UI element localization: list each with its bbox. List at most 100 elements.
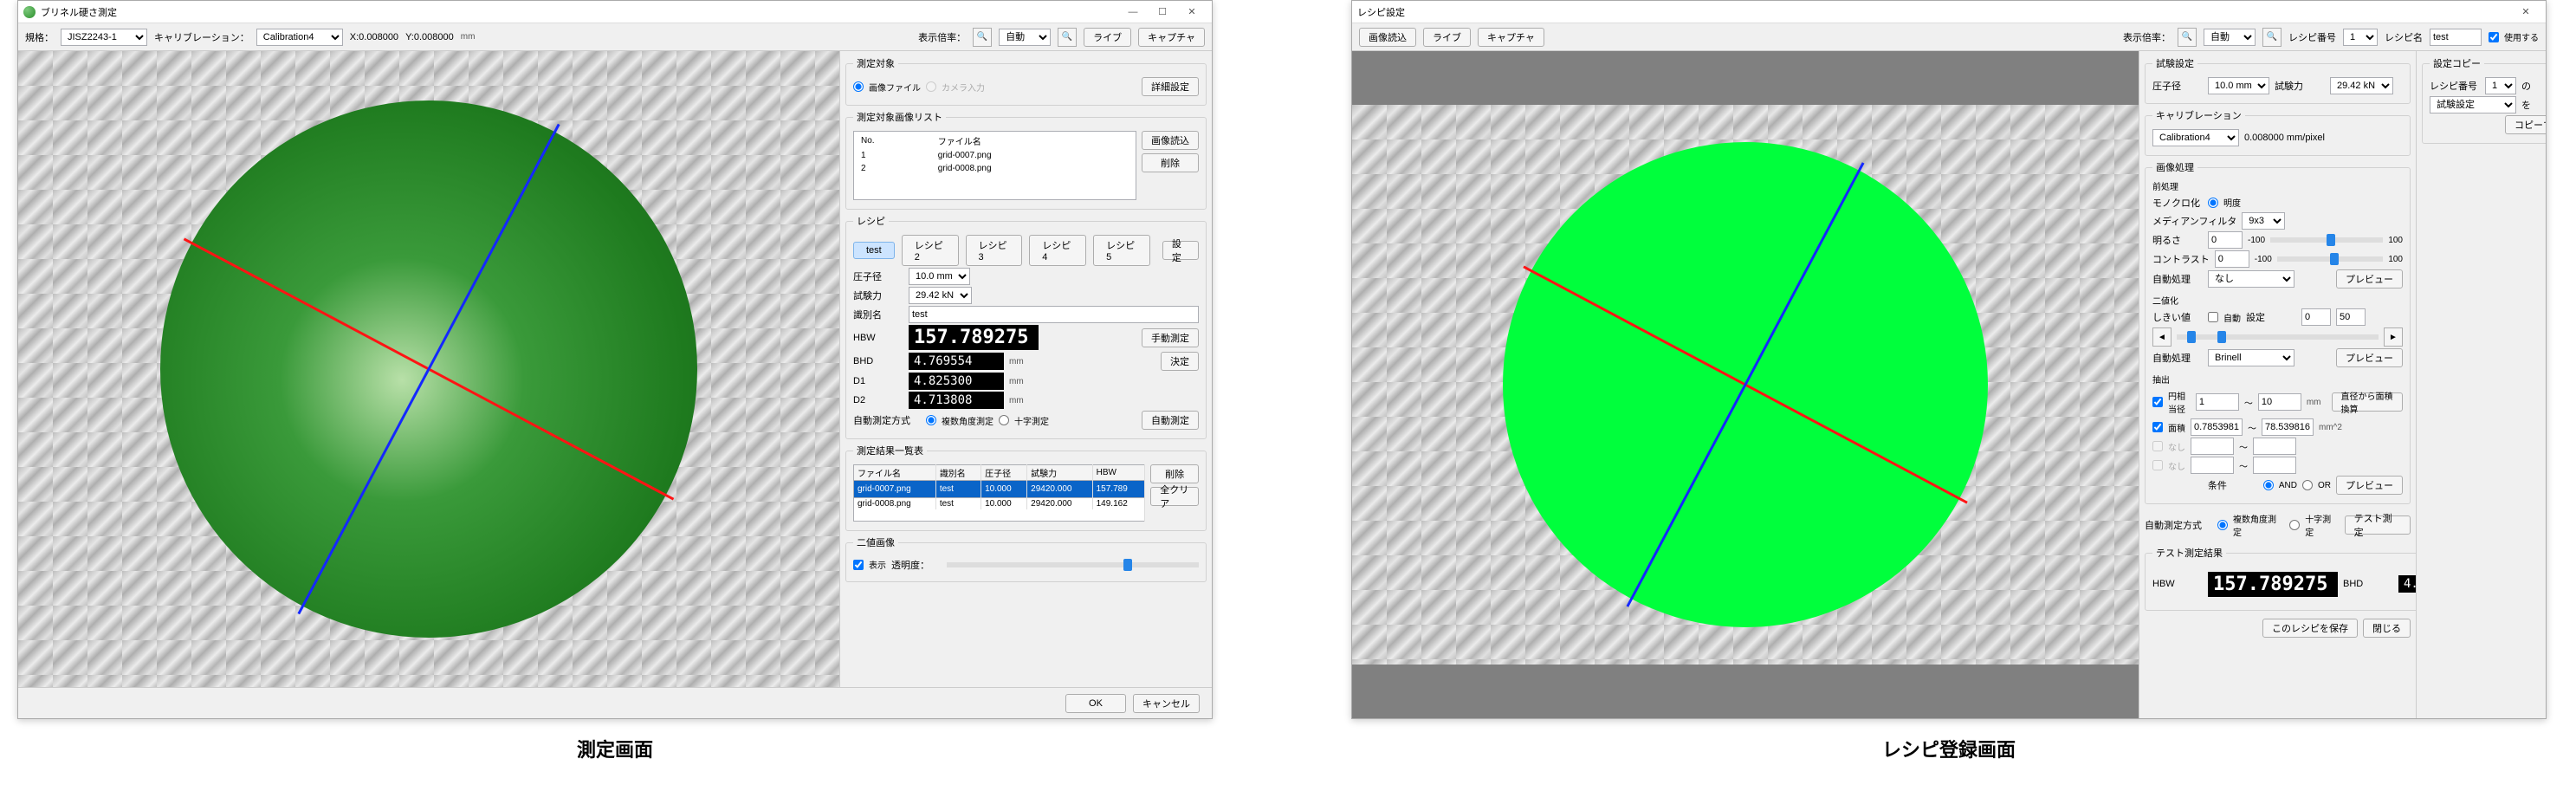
- area-hi-input[interactable]: [2262, 418, 2314, 436]
- area-checkbox[interactable]: 面積: [2152, 421, 2185, 434]
- auto-measure-button[interactable]: 自動測定: [1142, 411, 1199, 430]
- threshold-hi-input[interactable]: [2336, 308, 2366, 326]
- image-viewport[interactable]: [18, 51, 839, 687]
- copy-recipe-no-select[interactable]: 1: [2485, 77, 2516, 94]
- live-button[interactable]: ライブ: [1423, 28, 1471, 47]
- zoom-label: 表示倍率：: [918, 30, 966, 44]
- indenter-select[interactable]: 10.0 mm: [2208, 77, 2269, 94]
- results-table[interactable]: ファイル名識別名圧子径試験力HBW grid-0007.pngtest10.00…: [853, 464, 1145, 522]
- result-row: grid-0008.pngtest10.00029420.000149.162: [854, 498, 1145, 510]
- circ-lo-input[interactable]: [2196, 393, 2239, 411]
- detect-label: 抽出: [2152, 373, 2403, 386]
- calibration-select[interactable]: Calibration4: [2152, 129, 2239, 146]
- use-checkbox[interactable]: 使用する: [2489, 30, 2539, 43]
- image-load-button[interactable]: 画像読込: [1142, 131, 1199, 150]
- live-button[interactable]: ライブ: [1084, 28, 1131, 47]
- image-viewport[interactable]: [1352, 51, 2139, 718]
- recipe-tab-1[interactable]: test: [853, 242, 895, 259]
- circ-eq-checkbox[interactable]: 円相当径: [2152, 389, 2191, 415]
- capture-button[interactable]: キャプチャ: [1478, 28, 1544, 47]
- close-button[interactable]: ✕: [1177, 3, 1207, 22]
- capture-button[interactable]: キャプチャ: [1138, 28, 1205, 47]
- ok-button[interactable]: OK: [1065, 694, 1126, 713]
- recipe-settings-button[interactable]: 設定: [1162, 241, 1199, 260]
- id-input[interactable]: [909, 306, 1199, 323]
- transparency-slider[interactable]: [947, 562, 1199, 567]
- cross-radio[interactable]: 十字測定: [2289, 512, 2339, 538]
- result-delete-button[interactable]: 削除: [1150, 464, 1199, 483]
- range-right-icon[interactable]: ►: [2384, 327, 2403, 347]
- auto-threshold-checkbox[interactable]: 自動: [2208, 311, 2241, 324]
- zoom-in-icon[interactable]: 🔍: [1058, 28, 1077, 47]
- detail-settings-button[interactable]: 詳細設定: [1142, 77, 1199, 96]
- standard-select[interactable]: JISZ2243-1: [61, 29, 147, 46]
- target-camera-radio[interactable]: カメラ入力: [926, 81, 985, 94]
- recipe-group: レシピ test レシピ2 レシピ3 レシピ4 レシピ5 設定 圧子径 10.0…: [845, 214, 1207, 439]
- file-row: 2grid-0008.png: [856, 163, 1134, 174]
- area-lo-input[interactable]: [2191, 418, 2243, 436]
- save-recipe-button[interactable]: このレシピを保存: [2262, 619, 2358, 638]
- d1-readout: 4.825300: [909, 373, 1004, 390]
- recipe-tab-4[interactable]: レシピ4: [1029, 235, 1086, 266]
- zoom-out-icon[interactable]: 🔍: [2178, 28, 2197, 47]
- preview-button[interactable]: プレビュー: [2336, 269, 2403, 289]
- close-button[interactable]: ✕: [2511, 3, 2540, 22]
- circ-hi-input[interactable]: [2258, 393, 2301, 411]
- recipe-tab-2[interactable]: レシピ2: [902, 235, 959, 266]
- test-result-group: テスト測定結果 HBW 157.789275 BHD 4.769554 mm D…: [2145, 546, 2416, 611]
- target-file-radio[interactable]: 画像ファイル: [853, 81, 921, 94]
- clear-all-button[interactable]: 全クリア: [1150, 487, 1199, 506]
- force-select[interactable]: 29.42 kN: [2330, 77, 2393, 94]
- minimize-button[interactable]: —: [1118, 3, 1148, 22]
- brightness-slider[interactable]: [2270, 237, 2383, 243]
- zoom-out-icon[interactable]: 🔍: [973, 28, 992, 47]
- maximize-button[interactable]: ☐: [1148, 3, 1177, 22]
- calibration-select[interactable]: Calibration4: [256, 29, 343, 46]
- dia-to-area-button[interactable]: 直径から面積換算: [2332, 392, 2403, 412]
- show-binary-checkbox[interactable]: 表示: [853, 558, 886, 571]
- zoom-select[interactable]: 自動: [999, 29, 1051, 46]
- preview-button-2[interactable]: プレビュー: [2336, 348, 2403, 367]
- or-radio[interactable]: OR: [2302, 480, 2331, 490]
- zoom-select[interactable]: 自動: [2204, 29, 2256, 46]
- autoproc-bin-select[interactable]: Brinell: [2208, 349, 2294, 366]
- delete-button[interactable]: 削除: [1142, 153, 1199, 172]
- median-select[interactable]: 9x3: [2242, 212, 2285, 230]
- recipe-tab-5[interactable]: レシピ5: [1093, 235, 1150, 266]
- target-group: 測定対象 画像ファイル カメラ入力 詳細設定: [845, 56, 1207, 106]
- test-measure-button[interactable]: テスト測定: [2345, 515, 2411, 535]
- indenter-select[interactable]: 10.0 mm: [909, 268, 970, 285]
- results-group: 測定結果一覧表 ファイル名識別名圧子径試験力HBW grid-0007.pngt…: [845, 444, 1207, 531]
- cross-measure-radio[interactable]: 十字測定: [999, 414, 1049, 427]
- decide-button[interactable]: 決定: [1161, 352, 1199, 371]
- compound-angle-radio[interactable]: 複数角度測定: [926, 414, 994, 427]
- range-left-icon[interactable]: ◄: [2152, 327, 2171, 347]
- hbw-readout: 157.789275: [909, 325, 1039, 350]
- and-radio[interactable]: AND: [2263, 480, 2297, 490]
- extra-cond-2-checkbox[interactable]: なし: [2152, 459, 2185, 472]
- contrast-input[interactable]: [2215, 250, 2249, 268]
- recipe-tab-3[interactable]: レシピ3: [966, 235, 1023, 266]
- copy-target-select[interactable]: 試験設定: [2430, 96, 2516, 113]
- recipe-no-select[interactable]: 1: [2343, 29, 2378, 46]
- extra-cond-1-checkbox[interactable]: なし: [2152, 440, 2185, 453]
- preview-button-3[interactable]: プレビュー: [2336, 476, 2403, 495]
- x-readout: X:0.008000: [350, 32, 398, 42]
- manual-measure-button[interactable]: 手動測定: [1142, 328, 1199, 347]
- close-recipe-button[interactable]: 閉じる: [2363, 619, 2411, 638]
- force-select[interactable]: 29.42 kN: [909, 287, 972, 304]
- test-result-legend: テスト測定結果: [2152, 546, 2226, 560]
- image-load-button[interactable]: 画像読込: [1359, 28, 1416, 47]
- recipe-name-input[interactable]: [2430, 29, 2482, 46]
- zoom-in-icon[interactable]: 🔍: [2262, 28, 2282, 47]
- compound-angle-radio[interactable]: 複数角度測定: [2217, 512, 2284, 538]
- autoproc-select[interactable]: なし: [2208, 270, 2294, 288]
- contrast-slider[interactable]: [2277, 256, 2384, 262]
- copy-button[interactable]: コピーする: [2505, 115, 2546, 134]
- threshold-slider[interactable]: [2177, 334, 2379, 340]
- luminance-radio[interactable]: 明度: [2208, 196, 2241, 209]
- brightness-input[interactable]: [2208, 231, 2243, 249]
- image-file-list[interactable]: No.ファイル名 1grid-0007.png 2grid-0008.png: [853, 131, 1136, 200]
- threshold-lo-input[interactable]: [2301, 308, 2331, 326]
- cancel-button[interactable]: キャンセル: [1133, 694, 1200, 713]
